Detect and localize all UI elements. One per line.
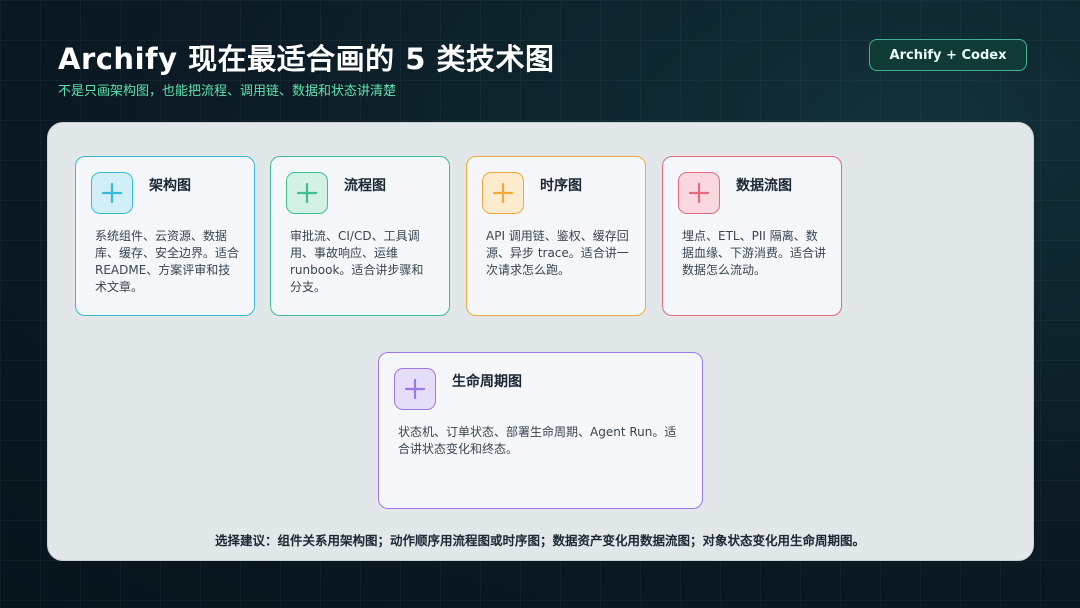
card-title: 流程图 [344, 178, 386, 194]
card-description: 审批流、CI/CD、工具调用、事故响应、运维 runbook。适合讲步骤和分支。 [290, 229, 424, 294]
brand-badge: Archify + Codex [869, 39, 1027, 71]
card-title: 时序图 [540, 178, 582, 194]
card-sequence: 时序图 API 调用链、鉴权、缓存回源、异步 trace。适合讲一次请求怎么跑。 [466, 156, 646, 316]
card-description: 系统组件、云资源、数据库、缓存、安全边界。适合 README、方案评审和技术文章… [95, 229, 240, 294]
card-dataflow: 数据流图 埋点、ETL、PII 隔离、数据血缘、下游消费。适合讲数据怎么流动。 [662, 156, 842, 316]
card-flowchart: 流程图 审批流、CI/CD、工具调用、事故响应、运维 runbook。适合讲步骤… [270, 156, 450, 316]
plus-icon [286, 172, 328, 214]
plus-icon [482, 172, 524, 214]
card-description: 状态机、订单状态、部署生命周期、Agent Run。适合讲状态变化和终态。 [398, 425, 677, 456]
content-panel: 架构图 系统组件、云资源、数据库、缓存、安全边界。适合 README、方案评审和… [47, 122, 1034, 561]
selection-advice: 选择建议：组件关系用架构图；动作顺序用流程图或时序图；数据资产变化用数据流图；对… [214, 533, 865, 548]
card-title: 数据流图 [736, 178, 792, 194]
page-subtitle: 不是只画架构图，也能把流程、调用链、数据和状态讲清楚 [58, 84, 397, 99]
card-title: 生命周期图 [452, 374, 522, 390]
plus-icon [678, 172, 720, 214]
card-title: 架构图 [149, 178, 191, 194]
card-architecture: 架构图 系统组件、云资源、数据库、缓存、安全边界。适合 README、方案评审和… [75, 156, 255, 316]
card-lifecycle: 生命周期图 状态机、订单状态、部署生命周期、Agent Run。适合讲状态变化和… [378, 352, 703, 509]
card-description: 埋点、ETL、PII 隔离、数据血缘、下游消费。适合讲数据怎么流动。 [682, 229, 827, 277]
plus-icon [91, 172, 133, 214]
page-title: Archify 现在最适合画的 5 类技术图 [58, 42, 555, 76]
card-description: API 调用链、鉴权、缓存回源、异步 trace。适合讲一次请求怎么跑。 [486, 229, 629, 277]
plus-icon [394, 368, 436, 410]
